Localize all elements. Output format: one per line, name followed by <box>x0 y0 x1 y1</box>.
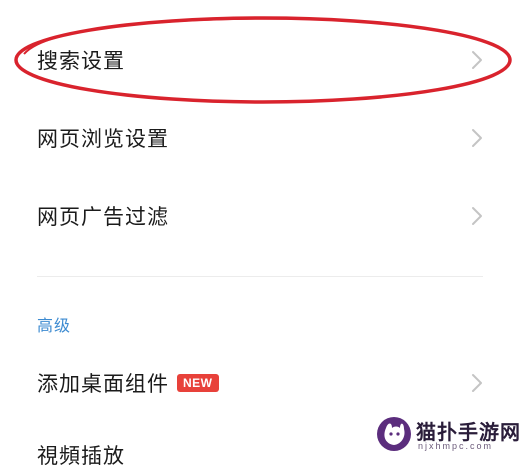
add-desktop-widget-label-wrap: 添加桌面组件 NEW <box>37 368 219 398</box>
section-divider <box>37 276 483 277</box>
ad-filter-settings-label: 网页广告过滤 <box>37 205 169 229</box>
chevron-right-icon <box>472 129 482 147</box>
new-badge: NEW <box>177 374 219 392</box>
site-watermark: 猫扑手游网 njxhmpc.com <box>372 414 527 454</box>
chevron-right-icon <box>472 374 482 392</box>
chevron-right-icon <box>472 51 482 69</box>
watermark-url: njxhmpc.com <box>418 441 494 451</box>
ad-filter-settings-row[interactable]: 网页广告过滤 <box>0 184 527 248</box>
chevron-right-icon <box>472 207 482 225</box>
add-desktop-widget-label: 添加桌面组件 <box>37 372 169 396</box>
search-settings-label: 搜索设置 <box>37 49 125 73</box>
web-browsing-settings-label: 网页浏览设置 <box>37 127 169 151</box>
add-desktop-widget-row[interactable]: 添加桌面组件 NEW <box>0 351 527 415</box>
advanced-section-title: 高级 <box>37 316 72 335</box>
cat-face-logo <box>377 417 411 451</box>
web-browsing-settings-row[interactable]: 网页浏览设置 <box>0 106 527 170</box>
watermark-title: 猫扑手游网 <box>416 420 521 444</box>
video-playback-label[interactable]: 視頻插放 <box>37 440 125 470</box>
search-settings-row[interactable]: 搜索设置 <box>0 28 527 92</box>
